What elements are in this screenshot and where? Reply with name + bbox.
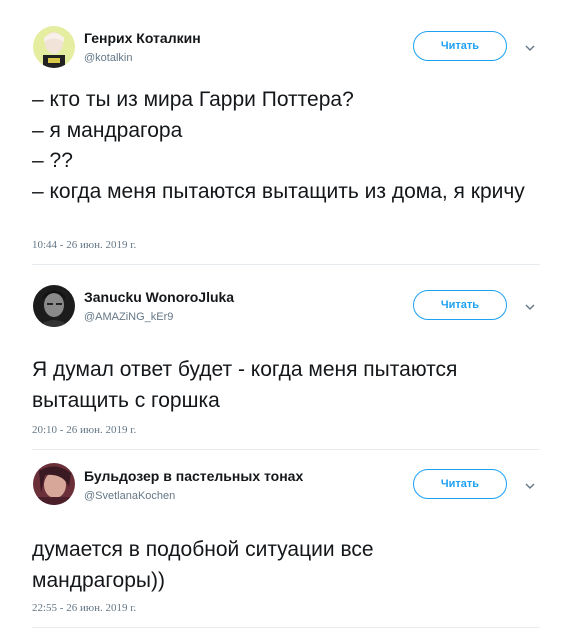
follow-button[interactable]: Читать [413,469,507,499]
divider [32,627,540,628]
display-name[interactable]: Бульдозер в пастельных тонах [84,468,303,484]
user-handle[interactable]: @SvetlanaKochen [84,490,175,502]
user-avatar-icon [33,463,75,505]
chevron-down-icon[interactable] [524,481,536,491]
tweet-text: думается в подобной ситуации все мандраг… [32,538,374,592]
avatar[interactable] [33,463,75,505]
tweet-timestamp[interactable]: 22:55 - 26 июн. 2019 г. [32,602,136,614]
tweet-3: Бульдозер в пастельных тонах @SvetlanaKo… [0,0,573,637]
